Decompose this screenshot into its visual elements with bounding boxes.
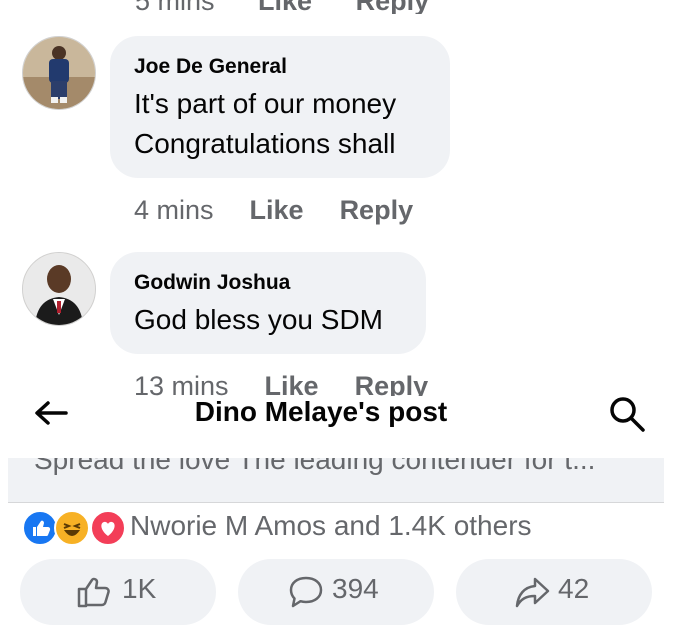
haha-icon (54, 510, 90, 546)
like-link[interactable]: Like (258, 0, 312, 14)
comment-author[interactable]: Godwin Joshua (134, 271, 290, 295)
reply-link[interactable]: Reply (356, 0, 430, 14)
avatar-photo (23, 253, 95, 325)
reaction-summary-text: Nworie M Amos and 1.4K others (130, 510, 532, 541)
reaction-summary[interactable]: Nworie M Amos and 1.4K others (22, 510, 682, 546)
comment-text-line: Congratulations shall (134, 128, 396, 159)
comment-button[interactable]: 394 (238, 559, 434, 625)
avatar[interactable] (22, 252, 96, 326)
like-link[interactable]: Like (250, 195, 304, 225)
post-preview[interactable]: Spread the love The leading contender fo… (8, 458, 664, 503)
share-count: 42 (558, 573, 590, 604)
comment-count: 394 (332, 573, 379, 604)
avatar[interactable] (22, 36, 96, 110)
comment-author[interactable]: Joe De General (134, 55, 287, 79)
comment-time: 13 mins (134, 371, 229, 396)
reply-link[interactable]: Reply (355, 371, 429, 396)
comment-meta: 13 mins Like Reply (134, 371, 428, 396)
comment-meta-clip: 13 mins Like Reply (0, 360, 684, 396)
like-icon (22, 510, 58, 546)
avatar-photo (23, 37, 95, 109)
share-button[interactable]: 42 (456, 559, 652, 625)
like-button[interactable]: 1K (20, 559, 216, 625)
love-icon (90, 510, 126, 546)
like-count: 1K (122, 573, 157, 604)
share-icon (515, 577, 550, 608)
comment-meta: 4 mins Like Reply (134, 195, 413, 226)
page-title: Dino Melaye's post (194, 396, 448, 427)
comment-icon (289, 576, 323, 608)
like-link[interactable]: Like (265, 371, 319, 396)
thumbs-up-icon (77, 577, 110, 608)
comment-time: 4 mins (134, 195, 214, 225)
post-preview-text: Spread the love The leading contender fo… (34, 458, 596, 475)
search-icon[interactable] (608, 395, 646, 433)
comment-text-line: God bless you SDM (134, 304, 383, 335)
comment-text-line: It's part of our money (134, 88, 397, 119)
comment-time: 5 mins (135, 0, 215, 14)
previous-comment-meta: 5 mins Like Reply (0, 0, 684, 14)
reply-link[interactable]: Reply (340, 195, 414, 225)
